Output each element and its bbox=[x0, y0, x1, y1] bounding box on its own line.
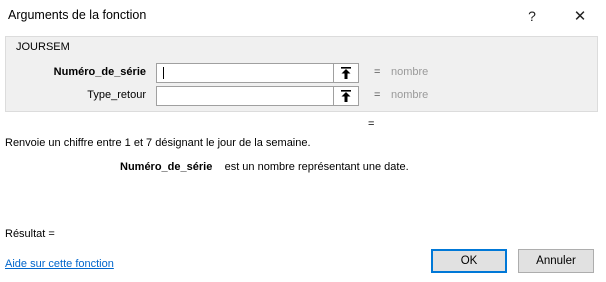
argument-row-type-retour: Type_retour = nombre bbox=[6, 86, 596, 106]
function-description: Renvoie un chiffre entre 1 et 7 désignan… bbox=[5, 137, 311, 149]
help-link[interactable]: Aide sur cette fonction bbox=[5, 258, 114, 270]
argument-label: Numéro_de_série bbox=[53, 66, 146, 78]
help-button[interactable]: ? bbox=[519, 4, 545, 28]
close-icon: ✕ bbox=[573, 8, 587, 25]
close-button[interactable]: ✕ bbox=[567, 4, 593, 28]
result-label: Résultat = bbox=[5, 228, 55, 240]
arguments-group: JOURSEM Numéro_de_série = nombre Type_re… bbox=[5, 36, 598, 112]
title-bar: Arguments de la fonction ? ✕ bbox=[0, 0, 606, 32]
function-name: JOURSEM bbox=[16, 41, 70, 53]
dialog-title: Arguments de la fonction bbox=[8, 8, 147, 22]
ok-button[interactable]: OK bbox=[431, 249, 507, 273]
argument-label: Type_retour bbox=[87, 89, 146, 101]
argument-row-numero-de-serie: Numéro_de_série = nombre bbox=[6, 63, 596, 83]
collapse-dialog-button[interactable] bbox=[333, 86, 359, 106]
argument-equals: = bbox=[374, 89, 381, 101]
argument-description: Numéro_de_série est un nombre représenta… bbox=[120, 161, 409, 173]
question-icon: ? bbox=[528, 8, 536, 24]
formula-result-equals: = bbox=[368, 118, 375, 130]
cancel-button[interactable]: Annuler bbox=[518, 249, 594, 273]
collapse-arrow-icon bbox=[341, 90, 351, 102]
collapse-arrow-icon bbox=[341, 67, 351, 79]
text-caret bbox=[163, 67, 164, 79]
type-retour-input[interactable] bbox=[156, 86, 334, 106]
argument-description-name: Numéro_de_série bbox=[120, 161, 213, 173]
collapse-dialog-button[interactable] bbox=[333, 63, 359, 83]
argument-description-text: est un nombre représentant une date. bbox=[224, 161, 409, 173]
argument-equals: = bbox=[374, 66, 381, 78]
numero-de-serie-input[interactable] bbox=[156, 63, 334, 83]
argument-result: nombre bbox=[391, 89, 429, 101]
argument-result: nombre bbox=[391, 66, 429, 78]
